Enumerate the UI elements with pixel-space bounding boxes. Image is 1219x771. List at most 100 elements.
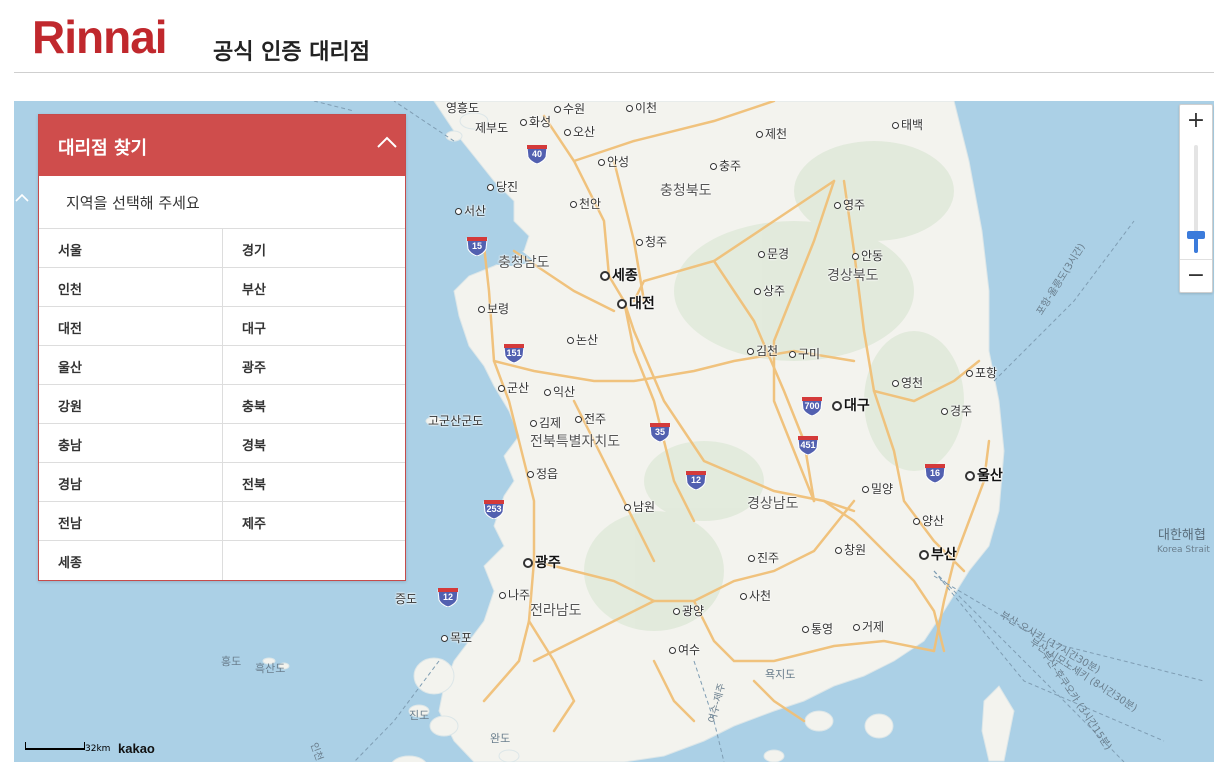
region-chungnam[interactable]: 충남 <box>39 424 222 463</box>
map-scale-label: 32km <box>85 744 111 754</box>
kakao-logo[interactable]: kakao <box>118 741 155 756</box>
place-label: 창원 <box>835 543 866 557</box>
region-gyeonggi[interactable]: 경기 <box>222 229 405 268</box>
place-label: 안동 <box>852 249 883 263</box>
place-label: 서산 <box>455 204 486 218</box>
highway-shield: 15 <box>466 236 488 257</box>
place-label: 남원 <box>624 500 655 514</box>
site-header: Rinnai 공식 인증 대리점 <box>0 0 1219 73</box>
dealer-finder-panel: 대리점 찾기 지역을 선택해 주세요 서울 경기 인천 부산 대전 대구 울산 … <box>38 114 406 581</box>
province-label: 충청북도 <box>660 183 712 199</box>
place-label: 익산 <box>544 385 575 399</box>
place-label: 화성 <box>520 115 551 129</box>
place-label: 김제 <box>530 416 561 430</box>
province-label: 전북특별자치도 <box>530 434 621 450</box>
highway-shield: 451 <box>797 435 819 456</box>
chevron-up-icon[interactable] <box>14 192 30 204</box>
place-label: 수원 <box>554 102 585 116</box>
place-label: 목포 <box>441 631 472 645</box>
highway-shield: 12 <box>685 470 707 491</box>
place-label: 이천 <box>626 101 657 115</box>
place-label: 대전 <box>617 297 655 311</box>
place-label: 정읍 <box>527 467 558 481</box>
region-incheon[interactable]: 인천 <box>39 268 222 307</box>
place-label: 나주 <box>499 588 530 602</box>
place-label: 상주 <box>754 284 785 298</box>
province-label: 경상남도 <box>747 496 799 512</box>
place-label: 세종 <box>600 269 638 283</box>
place-label: 영주 <box>834 198 865 212</box>
map-scale-bar <box>25 742 85 750</box>
place-label: 안성 <box>598 155 629 169</box>
place-label: 논산 <box>567 333 598 347</box>
header-divider <box>14 72 1214 73</box>
place-label: 천안 <box>570 197 601 211</box>
place-label: 울산 <box>965 469 1003 483</box>
highway-shield: 12 <box>437 587 459 608</box>
highway-shield: 40 <box>526 144 548 165</box>
province-label: 경상북도 <box>827 268 879 284</box>
place-label: 문경 <box>758 247 789 261</box>
rinnai-logo[interactable]: Rinnai <box>32 10 168 64</box>
panel-header[interactable]: 대리점 찾기 <box>39 115 405 176</box>
province-label: 전라남도 <box>530 603 582 619</box>
island-label: 홍도 <box>221 655 242 668</box>
region-sejong[interactable]: 세종 <box>39 541 222 580</box>
place-label: 영천 <box>892 376 923 390</box>
region-daejeon[interactable]: 대전 <box>39 307 222 346</box>
region-busan[interactable]: 부산 <box>222 268 405 307</box>
region-gwangju[interactable]: 광주 <box>222 346 405 385</box>
highway-shield: 700 <box>801 396 823 417</box>
region-jeonbuk[interactable]: 전북 <box>222 463 405 502</box>
region-gyeongbuk[interactable]: 경북 <box>222 424 405 463</box>
region-jeju[interactable]: 제주 <box>222 502 405 541</box>
chevron-up-icon[interactable] <box>375 131 399 155</box>
island-label: 흑산도 <box>255 662 286 675</box>
place-label: 대구 <box>832 399 870 413</box>
place-label: 고군산군도 <box>428 414 484 428</box>
place-label: 보령 <box>478 302 509 316</box>
region-gyeongnam[interactable]: 경남 <box>39 463 222 502</box>
island-label: 완도 <box>490 732 511 745</box>
place-label: 진주 <box>748 551 779 565</box>
place-label: 통영 <box>802 622 833 636</box>
place-label: 양산 <box>913 514 944 528</box>
region-ulsan[interactable]: 울산 <box>39 346 222 385</box>
place-label: 영흥도 <box>446 101 480 115</box>
zoom-slider-handle[interactable] <box>1187 231 1205 239</box>
place-label: 제부도 <box>475 121 509 135</box>
island-label: 욕지도 <box>765 668 796 681</box>
place-label: 광양 <box>673 604 704 618</box>
page-subtitle: 공식 인증 대리점 <box>213 40 370 65</box>
region-empty-cell <box>222 541 405 580</box>
highway-shield: 35 <box>649 422 671 443</box>
island-label: 진도 <box>409 709 430 722</box>
place-label: 증도 <box>395 592 418 606</box>
region-daegu[interactable]: 대구 <box>222 307 405 346</box>
region-chungbuk[interactable]: 충북 <box>222 385 405 424</box>
highway-shield: 151 <box>503 343 525 364</box>
province-label: 충청남도 <box>498 255 550 271</box>
place-label: 충주 <box>710 159 741 173</box>
place-label: 청주 <box>636 235 667 249</box>
region-gangwon[interactable]: 강원 <box>39 385 222 424</box>
panel-title: 대리점 찾기 <box>58 138 148 159</box>
place-label: 여수 <box>669 643 700 657</box>
region-prompt: 지역을 선택해 주세요 <box>39 176 405 229</box>
place-label: 태백 <box>892 118 923 132</box>
place-label: 당진 <box>487 180 518 194</box>
sea-label: Korea Strait <box>1157 545 1210 555</box>
place-label: 제천 <box>756 127 787 141</box>
place-label: 전주 <box>575 412 606 426</box>
sea-label: 대한해협 <box>1158 528 1206 543</box>
highway-shield: 253 <box>483 499 505 520</box>
region-jeonnam[interactable]: 전남 <box>39 502 222 541</box>
place-label: 경주 <box>941 404 972 418</box>
place-label: 거제 <box>853 620 884 634</box>
zoom-in-button[interactable]: + <box>1180 105 1212 137</box>
place-label: 부산 <box>919 548 957 562</box>
region-seoul[interactable]: 서울 <box>39 229 222 268</box>
place-label: 포항 <box>966 366 997 380</box>
zoom-out-button[interactable]: − <box>1180 259 1212 292</box>
place-label: 광주 <box>523 556 561 570</box>
